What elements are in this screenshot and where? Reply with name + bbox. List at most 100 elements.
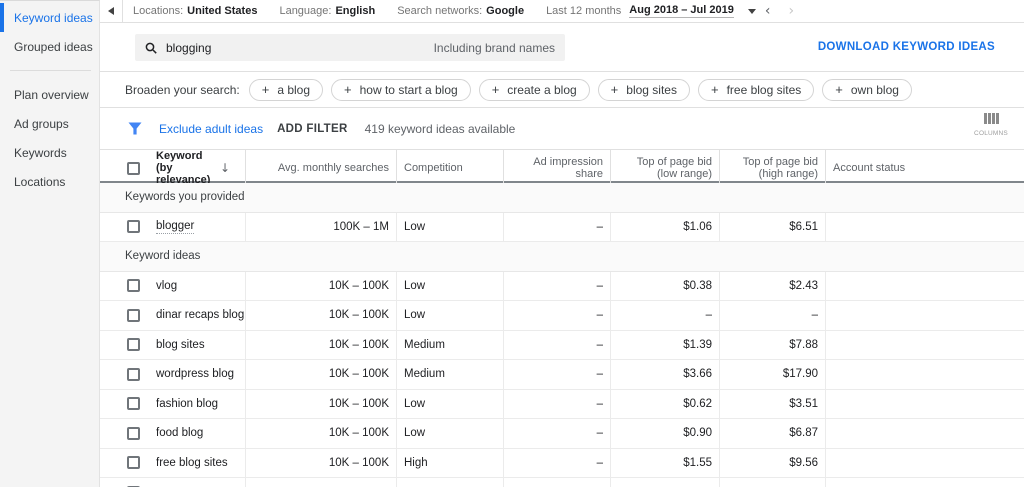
keyword-text: food blog	[156, 427, 203, 439]
header-label: Competition	[404, 162, 463, 174]
filter-funnel-icon[interactable]	[128, 122, 142, 135]
previous-period-chevron[interactable]: ‹	[756, 4, 780, 18]
account-status-cell	[825, 419, 1024, 448]
row-checkbox[interactable]	[127, 279, 140, 292]
top-of-page-bid-low-cell-value: –	[706, 309, 712, 321]
next-period-chevron[interactable]: ›	[779, 4, 803, 18]
filter-toolbar: Exclude adult ideas ADD FILTER 419 keywo…	[100, 108, 1024, 149]
keyword-cell: wordpress blog	[100, 360, 245, 389]
table-header-row: Keyword (by relevance)↓Avg. monthly sear…	[100, 149, 1024, 183]
keyword-count-text: 419 keyword ideas available	[365, 122, 516, 136]
section-label: Keywords you provided	[125, 191, 245, 203]
keyword-cell	[100, 478, 245, 487]
setting-value: Google	[486, 5, 524, 17]
row-checkbox[interactable]	[127, 220, 140, 233]
ad-impression-share-cell-value: –	[597, 427, 603, 439]
broaden-chip-how-to-start-a-blog[interactable]: +how to start a blog	[331, 79, 471, 101]
row-checkbox[interactable]	[127, 427, 140, 440]
competition-cell: Low	[396, 272, 503, 301]
avg-monthly-searches-cell-value: 10K – 100K	[329, 398, 389, 410]
columns-button[interactable]: COLUMNS	[969, 113, 1013, 137]
keyword-text: free blog sites	[156, 457, 228, 469]
keyword-text: blogger	[156, 220, 194, 234]
table-row: blogger100K – 1MLow–$1.06$6.51	[100, 213, 1024, 243]
top-of-page-bid-high-cell: –	[719, 301, 825, 330]
column-header-competition[interactable]: Competition	[396, 150, 503, 186]
keyword-cell: fashion blog	[100, 390, 245, 419]
sidebar-item-grouped-ideas[interactable]: Grouped ideas	[0, 32, 99, 61]
section-header-keywords-you-provided: Keywords you provided	[100, 183, 1024, 213]
top-of-page-bid-low-cell-value: $0.62	[683, 398, 712, 410]
sidebar-item-keywords[interactable]: Keywords	[0, 138, 99, 167]
avg-monthly-searches-cell-value: 10K – 100K	[329, 280, 389, 292]
column-header-ad-impression-share[interactable]: Ad impression share	[503, 150, 610, 186]
keyword-planner-page: Keyword ideasGrouped ideasPlan overviewA…	[0, 0, 1024, 487]
competition-cell-value: Low	[404, 398, 425, 410]
empty-cell	[396, 478, 503, 487]
keyword-search-input[interactable]: blogging Including brand names	[135, 34, 565, 61]
broaden-chip-own-blog[interactable]: +own blog	[822, 79, 912, 101]
broaden-chip-a-blog[interactable]: +a blog	[249, 79, 323, 101]
broaden-search-section: Broaden your search: +a blog+how to star…	[100, 72, 1024, 108]
download-keyword-ideas-button[interactable]: DOWNLOAD KEYWORD IDEAS	[818, 41, 995, 53]
select-all-checkbox[interactable]	[127, 162, 140, 175]
account-status-cell	[825, 272, 1024, 301]
account-status-cell	[825, 449, 1024, 478]
table-row: free blog sites10K – 100KHigh–$1.55$9.56	[100, 449, 1024, 479]
sidebar-item-locations[interactable]: Locations	[0, 167, 99, 196]
competition-cell-value: Low	[404, 280, 425, 292]
top-of-page-bid-high-cell-value: $17.90	[783, 368, 818, 380]
sidebar-item-plan-overview[interactable]: Plan overview	[0, 80, 99, 109]
date-range-selector[interactable]: Aug 2018 – Jul 2019	[629, 4, 734, 18]
row-checkbox[interactable]	[127, 397, 140, 410]
column-header-keyword-by-relevance[interactable]: Keyword (by relevance)↓	[100, 150, 245, 186]
column-header-account-status[interactable]: Account status	[825, 150, 1024, 186]
setting-language[interactable]: Language:English	[279, 5, 375, 17]
sidebar-item-keyword-ideas[interactable]: Keyword ideas	[0, 3, 99, 32]
setting-searchnetworks[interactable]: Search networks:Google	[397, 5, 524, 17]
add-filter-button[interactable]: ADD FILTER	[277, 123, 348, 135]
ad-impression-share-cell: –	[503, 272, 610, 301]
exclude-adult-ideas-filter[interactable]: Exclude adult ideas	[159, 122, 263, 136]
keyword-text: fashion blog	[156, 398, 218, 410]
top-of-page-bid-low-cell-value: $1.55	[683, 457, 712, 469]
row-checkbox[interactable]	[127, 338, 140, 351]
date-dropdown-caret-icon[interactable]	[748, 9, 756, 14]
table-row-partial	[100, 478, 1024, 487]
broaden-chip-create-a-blog[interactable]: +create a blog	[479, 79, 590, 101]
search-query-text: blogging	[166, 41, 211, 55]
setting-locations[interactable]: Locations:United States	[133, 5, 257, 17]
row-checkbox[interactable]	[127, 368, 140, 381]
plus-icon: +	[262, 82, 270, 97]
top-of-page-bid-low-cell-value: $0.38	[683, 280, 712, 292]
empty-cell	[825, 478, 1024, 487]
header-label: Ad impression share	[511, 156, 603, 180]
sidebar-item-ad-groups[interactable]: Ad groups	[0, 109, 99, 138]
row-checkbox[interactable]	[127, 456, 140, 469]
ad-impression-share-cell: –	[503, 331, 610, 360]
setting-label: Locations:	[133, 5, 183, 17]
avg-monthly-searches-cell-value: 10K – 100K	[329, 427, 389, 439]
row-checkbox[interactable]	[127, 309, 140, 322]
column-header-top-of-page-bid-low-range[interactable]: Top of page bid (low range)	[610, 150, 719, 186]
sort-descending-icon[interactable]: ↓	[220, 162, 230, 174]
avg-monthly-searches-cell: 100K – 1M	[245, 213, 396, 242]
competition-cell: Low	[396, 419, 503, 448]
column-header-avg-monthly-searches[interactable]: Avg. monthly searches	[245, 150, 396, 186]
keyword-text: vlog	[156, 280, 177, 292]
avg-monthly-searches-cell-value: 10K – 100K	[329, 368, 389, 380]
broaden-chip-free-blog-sites[interactable]: +free blog sites	[698, 79, 814, 101]
top-of-page-bid-high-cell-value: $2.43	[789, 280, 818, 292]
column-header-top-of-page-bid-high-range[interactable]: Top of page bid (high range)	[719, 150, 825, 186]
chip-label: free blog sites	[727, 83, 802, 97]
collapse-panel-button[interactable]	[100, 7, 122, 15]
top-of-page-bid-high-cell: $3.51	[719, 390, 825, 419]
avg-monthly-searches-cell: 10K – 100K	[245, 390, 396, 419]
ad-impression-share-cell-value: –	[597, 309, 603, 321]
broaden-chip-blog-sites[interactable]: +blog sites	[598, 79, 690, 101]
avg-monthly-searches-cell-value: 10K – 100K	[329, 339, 389, 351]
top-of-page-bid-high-cell-value: $7.88	[789, 339, 818, 351]
section-header-keyword-ideas: Keyword ideas	[100, 242, 1024, 272]
top-of-page-bid-low-cell: $0.62	[610, 390, 719, 419]
table-row: fashion blog10K – 100KLow–$0.62$3.51	[100, 390, 1024, 420]
